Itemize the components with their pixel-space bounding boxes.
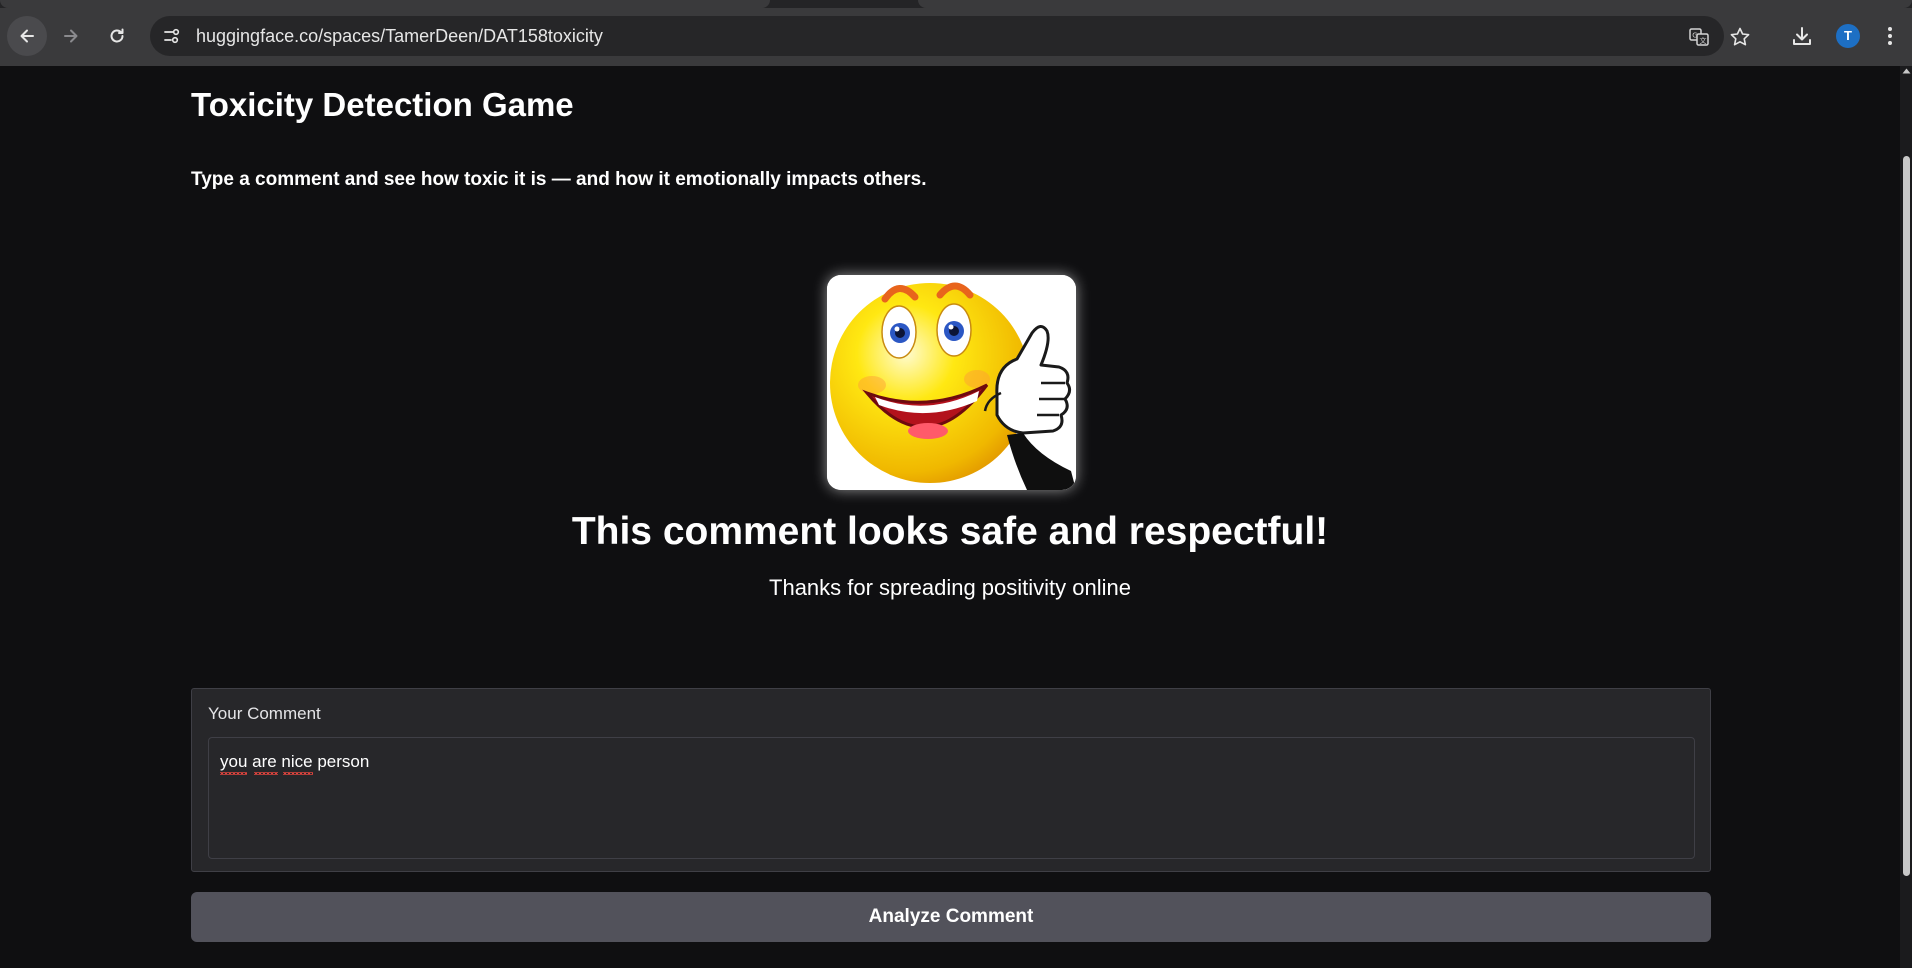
- comment-value: you are nice person: [220, 752, 370, 771]
- url-text: huggingface.co/spaces/TamerDeen/DAT158to…: [196, 26, 603, 46]
- address-bar[interactable]: huggingface.co/spaces/TamerDeen/DAT158to…: [150, 16, 1750, 56]
- reload-button[interactable]: [97, 16, 137, 56]
- spellcheck-underline: [220, 772, 247, 775]
- result-image: [827, 275, 1076, 490]
- site-settings-icon[interactable]: [162, 26, 182, 46]
- result-subtitle: Thanks for spreading positivity online: [769, 575, 1131, 600]
- spellcheck-underline: [254, 772, 278, 775]
- scrollbar-thumb[interactable]: [1903, 156, 1910, 876]
- tab-inactive[interactable]: [918, 0, 1912, 8]
- tab-inactive[interactable]: [0, 0, 770, 8]
- spellcheck-underline: [283, 772, 313, 775]
- reload-icon: [110, 28, 124, 43]
- result-title: This comment looks safe and respectful!: [571, 510, 1329, 553]
- arrow-right-icon: [64, 29, 78, 43]
- comment-panel: Your Comment: [191, 688, 1711, 872]
- svg-text:文: 文: [1700, 36, 1707, 45]
- browser-toolbar: huggingface.co/spaces/TamerDeen/DAT158to…: [0, 0, 1912, 66]
- analyze-comment-button[interactable]: Analyze Comment: [191, 892, 1711, 942]
- page-title: Toxicity Detection Game: [191, 86, 574, 123]
- download-icon[interactable]: [1790, 24, 1814, 48]
- scroll-up-arrow-icon[interactable]: [1902, 68, 1911, 74]
- page-subtitle: Type a comment and see how toxic it is —…: [191, 169, 927, 190]
- tab-strip: [0, 0, 1912, 8]
- profile-avatar[interactable]: T: [1836, 24, 1860, 48]
- bookmark-star-icon[interactable]: [1729, 26, 1751, 48]
- back-button[interactable]: [7, 16, 47, 56]
- arrow-left-icon: [20, 29, 34, 43]
- comment-label: Your Comment: [208, 704, 321, 723]
- smiley-thumbs-up-icon: [827, 275, 1076, 490]
- comment-textarea[interactable]: [208, 737, 1695, 859]
- forward-button[interactable]: [51, 16, 91, 56]
- svg-text:G: G: [1692, 32, 1697, 40]
- menu-kebab-icon[interactable]: [1878, 24, 1902, 48]
- translate-icon[interactable]: G文: [1688, 26, 1710, 48]
